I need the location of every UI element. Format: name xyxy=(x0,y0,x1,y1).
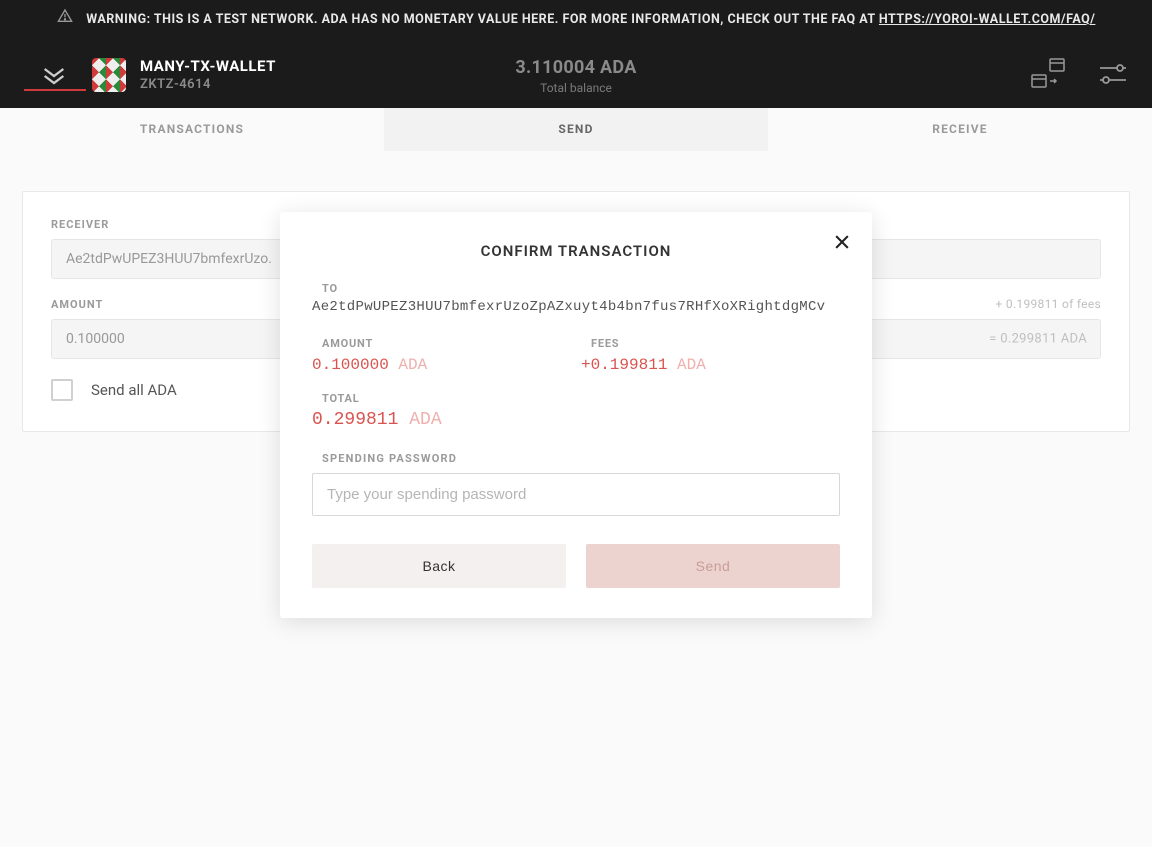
wallet-tabs: TRANSACTIONS SEND RECEIVE xyxy=(0,108,1152,151)
modal-amount-label: AMOUNT xyxy=(322,337,571,350)
confirm-transaction-modal: CONFIRM TRANSACTION TO Ae2tdPwUPEZ3HUU7b… xyxy=(280,212,872,618)
tab-receive[interactable]: RECEIVE xyxy=(768,108,1152,151)
wallet-avatar-icon xyxy=(92,58,126,92)
wallet-name: MANY-TX-WALLET xyxy=(140,57,276,77)
modal-total-label: TOTAL xyxy=(322,392,840,405)
send-button[interactable]: Send xyxy=(586,544,840,588)
app-logo[interactable] xyxy=(24,62,84,90)
tab-transactions[interactable]: TRANSACTIONS xyxy=(0,108,384,151)
to-address: Ae2tdPwUPEZ3HUU7bmfexrUzoZpAZxuyt4b4bn7f… xyxy=(312,299,840,315)
faq-link[interactable]: HTTPS://YOROI-WALLET.COM/FAQ/ xyxy=(879,12,1096,27)
spending-password-input[interactable] xyxy=(312,473,840,516)
app-header: MANY-TX-WALLET ZKTZ-4614 3.110004 ADA To… xyxy=(0,43,1152,108)
send-all-checkbox[interactable] xyxy=(51,379,73,401)
warning-icon xyxy=(57,8,73,31)
modal-fees-value: +0.199811 xyxy=(581,356,667,374)
close-icon[interactable] xyxy=(832,232,852,256)
fees-hint: + 0.199811 of fees xyxy=(996,297,1101,311)
warning-text: WARNING: THIS IS A TEST NETWORK. ADA HAS… xyxy=(86,12,879,27)
modal-amount-suffix: ADA xyxy=(389,356,427,374)
balance-display: 3.110004 ADA Total balance xyxy=(515,57,636,95)
amount-total-hint: = 0.299811 ADA xyxy=(989,332,1087,347)
amount-label: AMOUNT xyxy=(51,298,103,311)
modal-amount-value: 0.100000 xyxy=(312,356,389,374)
spending-password-label: SPENDING PASSWORD xyxy=(322,452,840,465)
tab-send[interactable]: SEND xyxy=(384,108,768,151)
wallet-selector[interactable]: MANY-TX-WALLET ZKTZ-4614 xyxy=(92,57,276,93)
back-button[interactable]: Back xyxy=(312,544,566,588)
balance-amount: 3.110004 ADA xyxy=(515,57,636,78)
modal-fees-suffix: ADA xyxy=(667,356,705,374)
logo-active-indicator xyxy=(24,89,86,91)
modal-total-suffix: ADA xyxy=(398,410,441,430)
send-all-label: Send all ADA xyxy=(91,381,177,399)
settings-icon[interactable] xyxy=(1098,62,1128,90)
modal-title: CONFIRM TRANSACTION xyxy=(312,242,840,260)
modal-fees-label: FEES xyxy=(591,337,840,350)
modal-total-value: 0.299811 xyxy=(312,410,398,430)
wallet-id: ZKTZ-4614 xyxy=(140,77,276,94)
test-network-warning-banner: WARNING: THIS IS A TEST NETWORK. ADA HAS… xyxy=(0,0,1152,43)
to-label: TO xyxy=(322,282,840,295)
balance-label: Total balance xyxy=(515,81,636,95)
transfer-icon[interactable] xyxy=(1028,57,1068,95)
